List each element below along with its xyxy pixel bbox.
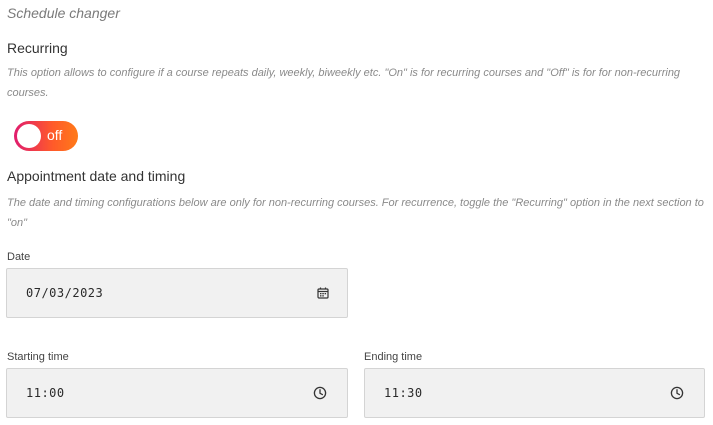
end-time-value: 11:30 (384, 386, 423, 400)
end-time-label: Ending time (364, 351, 423, 363)
end-time-field[interactable]: 11:30 (364, 368, 705, 418)
recurring-toggle[interactable]: off (14, 121, 78, 151)
clock-icon[interactable] (313, 386, 327, 400)
schedule-changer-panel: Schedule changer Recurring This option a… (0, 0, 713, 425)
date-value: 07/03/2023 (26, 286, 104, 300)
page-title: Schedule changer (7, 5, 120, 21)
date-label: Date (7, 251, 31, 263)
start-time-field[interactable]: 11:00 (6, 368, 348, 418)
start-time-value: 11:00 (26, 386, 65, 400)
start-time-label: Starting time (7, 351, 69, 363)
recurring-description: This option allows to configure if a cou… (7, 67, 681, 99)
date-field[interactable]: 07/03/2023 (6, 268, 348, 318)
appointment-description: The date and timing configurations below… (7, 197, 704, 229)
clock-icon[interactable] (670, 386, 684, 400)
calendar-icon[interactable] (316, 286, 330, 300)
recurring-heading: Recurring (7, 40, 68, 56)
appointment-heading: Appointment date and timing (7, 168, 186, 184)
toggle-state-label: off (47, 127, 63, 143)
toggle-knob (17, 124, 41, 148)
